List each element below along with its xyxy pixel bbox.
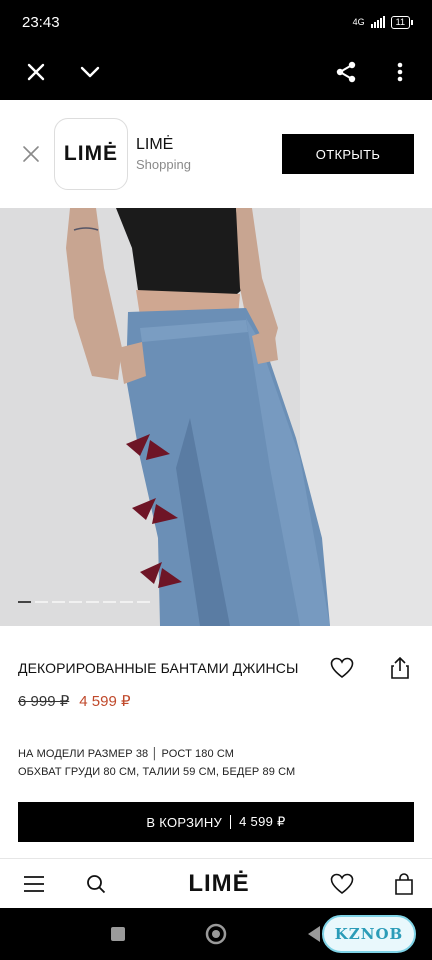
share-upload-icon[interactable] — [386, 654, 414, 682]
old-price: 6 999 ₽ — [18, 693, 70, 710]
app-category: Shopping — [136, 157, 191, 172]
app-name: LIMĖ — [136, 136, 174, 153]
battery-level: 11 — [395, 16, 405, 27]
model-measurements: ОБХВАТ ГРУДИ 80 СМ, ТАЛИИ 59 СМ, БЕДЕР 8… — [18, 766, 296, 778]
brand-logo[interactable]: LIMĖ — [110, 870, 328, 898]
carousel-dot[interactable] — [35, 601, 48, 603]
share-icon[interactable] — [332, 58, 360, 86]
bottom-nav: LIMĖ — [0, 858, 432, 908]
carousel-dot[interactable] — [18, 601, 31, 603]
recent-apps-icon[interactable] — [104, 920, 132, 948]
signal-icon — [370, 16, 385, 28]
carousel-dot[interactable] — [120, 601, 133, 603]
open-app-button[interactable]: ОТКРЫТЬ — [282, 134, 414, 174]
chevron-down-icon[interactable] — [76, 58, 104, 86]
carousel-dot[interactable] — [69, 601, 82, 603]
product-details: НА МОДЕЛИ РАЗМЕР 38 │ РОСТ 180 СМ ОБХВАТ… — [18, 745, 295, 781]
status-time: 23:43 — [22, 13, 60, 31]
product-title: ДЕКОРИРОВАННЫЕ БАНТАМИ ДЖИНСЫ — [18, 660, 299, 676]
image-carousel-indicator — [18, 601, 150, 603]
home-icon[interactable] — [202, 920, 230, 948]
carousel-dot[interactable] — [52, 601, 65, 603]
carousel-dot[interactable] — [86, 601, 99, 603]
cart-button-price: 4 599 ₽ — [239, 814, 286, 829]
product-title-row: ДЕКОРИРОВАННЫЕ БАНТАМИ ДЖИНСЫ — [18, 652, 414, 684]
status-indicators: 4G 11 — [352, 15, 414, 29]
status-bar: 23:43 4G 11 — [0, 0, 432, 44]
battery-icon: 11 — [390, 15, 414, 29]
carousel-dot[interactable] — [103, 601, 116, 603]
watermark-logo: KZNOB — [322, 915, 416, 953]
add-to-cart-button[interactable]: В КОРЗИНУ 4 599 ₽ — [18, 802, 414, 842]
banner-close-icon[interactable] — [18, 141, 44, 167]
wishlist-icon[interactable] — [328, 870, 356, 898]
menu-icon[interactable] — [20, 870, 48, 898]
browser-toolbar — [0, 44, 432, 100]
cart-button-divider — [230, 815, 232, 829]
app-logo-text: LIMĖ — [63, 142, 119, 165]
price-row: 6 999 ₽ 4 599 ₽ — [18, 692, 131, 710]
app-logo: LIMĖ — [54, 118, 128, 190]
search-icon[interactable] — [82, 870, 110, 898]
heart-icon[interactable] — [328, 654, 356, 682]
app-info: LIMĖ Shopping — [136, 136, 282, 172]
sale-price: 4 599 ₽ — [79, 693, 131, 710]
model-size-info: НА МОДЕЛИ РАЗМЕР 38 │ РОСТ 180 СМ — [18, 748, 235, 760]
more-vert-icon[interactable] — [386, 58, 414, 86]
product-image[interactable] — [0, 208, 432, 626]
network-type: 4G — [352, 17, 365, 27]
carousel-dot[interactable] — [137, 601, 150, 603]
close-icon[interactable] — [22, 58, 50, 86]
cart-bag-icon[interactable] — [390, 870, 418, 898]
app-install-banner: LIMĖ LIMĖ Shopping ОТКРЫТЬ — [0, 100, 432, 208]
cart-button-label: В КОРЗИНУ — [146, 814, 223, 830]
